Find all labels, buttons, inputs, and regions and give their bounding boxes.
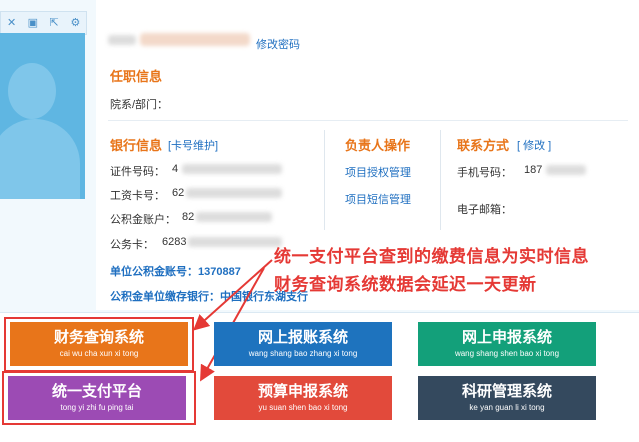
online-reimburse-button[interactable]: 网上报账系统 wang shang bao zhang xi tong [214, 322, 392, 366]
highlight-payment [2, 371, 196, 425]
research-mgmt-button[interactable]: 科研管理系统 ke yan guan li xi tong [418, 376, 596, 420]
budget-declare-button[interactable]: 预算申报系统 yu suan shen bao xi tong [214, 376, 392, 420]
online-declare-button[interactable]: 网上申报系统 wang shang shen bao xi tong [418, 322, 596, 366]
arrow-to-finance [193, 259, 273, 331]
highlight-finance [4, 317, 194, 372]
